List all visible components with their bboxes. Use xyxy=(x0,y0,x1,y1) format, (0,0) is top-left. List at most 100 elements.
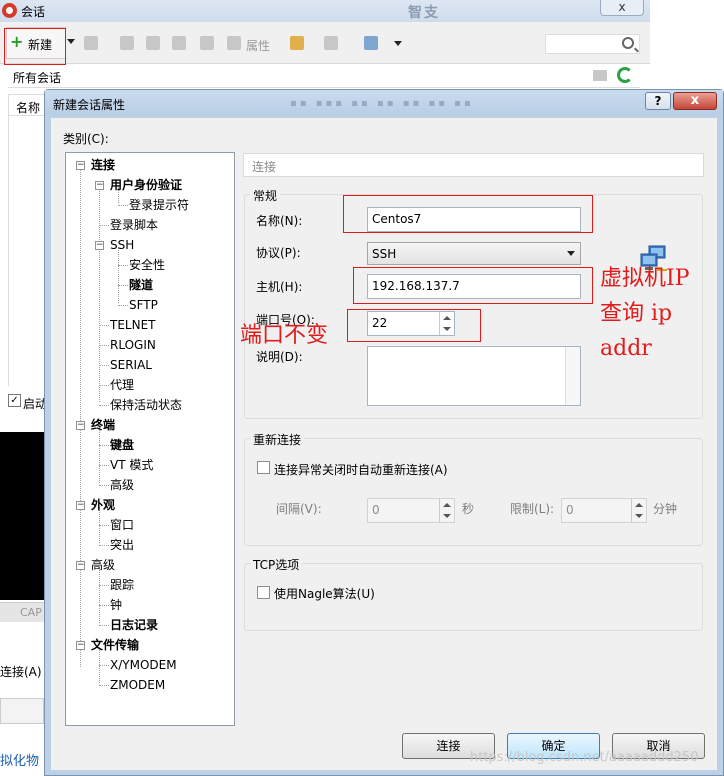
new-session-dialog: 新建会话属性 ▪▪ ▪▪▪ ▪▪ ▪▪ ▪▪ ▪▪ ▪▪ ? x 类别(C): … xyxy=(44,89,724,776)
bg-spinbox[interactable] xyxy=(0,698,44,724)
nagle-label[interactable]: 使用Nagle算法(U) xyxy=(274,585,375,602)
name-column-header[interactable]: 名称 xyxy=(8,94,48,116)
new-button-highlight xyxy=(4,28,66,65)
tree-branch xyxy=(99,585,109,586)
tree-branch xyxy=(118,205,128,206)
description-scrollbar[interactable] xyxy=(565,347,580,405)
spin-up-icon[interactable] xyxy=(635,503,643,507)
tree-item-terminal[interactable]: 终端 xyxy=(91,416,115,434)
tree-item-advanced[interactable]: 高级 xyxy=(91,556,115,574)
tree-item-file-transfer[interactable]: 文件传输 xyxy=(91,636,139,654)
reconnect-group-title: 重新连接 xyxy=(250,431,305,448)
collapse-file-transfer-icon[interactable]: − xyxy=(76,641,85,650)
tree-branch xyxy=(99,625,109,626)
tree-branch xyxy=(99,385,109,386)
tree-item-window[interactable]: 窗口 xyxy=(110,516,134,534)
sessions-toolbar: + 新建 属性 xyxy=(0,22,650,64)
tree-item-proxy[interactable]: 代理 xyxy=(110,376,134,394)
limit-spinner[interactable] xyxy=(631,499,646,522)
dialog-close-button[interactable]: x xyxy=(673,92,717,110)
view-icon[interactable] xyxy=(364,36,378,50)
paste-icon[interactable] xyxy=(172,36,186,50)
sessions-close-button[interactable]: x xyxy=(600,0,644,16)
bg-link-text[interactable]: 拟化物 xyxy=(0,750,39,769)
tree-item-login-prompt[interactable]: 登录提示符 xyxy=(129,196,189,214)
view-dropdown-chevron-icon[interactable] xyxy=(394,41,402,46)
spin-up-icon[interactable] xyxy=(443,503,451,507)
interval-field[interactable]: 0 xyxy=(367,498,455,523)
tree-item-appearance[interactable]: 外观 xyxy=(91,496,115,514)
collapse-appearance-icon[interactable]: − xyxy=(76,501,85,510)
cut-icon[interactable] xyxy=(120,36,134,50)
category-tree[interactable]: − 连接 − 用户身份验证 登录提示符 登录脚本 − SSH 安全性 隧道 SF… xyxy=(65,152,235,726)
session-list[interactable] xyxy=(8,116,46,386)
tree-branch xyxy=(99,485,109,486)
refresh-icon[interactable] xyxy=(617,67,633,83)
collapse-advanced-icon[interactable]: − xyxy=(76,561,85,570)
startup-checkbox[interactable]: ✓ xyxy=(8,394,21,407)
status-bar: CAP xyxy=(0,602,46,622)
delete-icon[interactable] xyxy=(200,36,214,50)
tree-item-terminal-advanced[interactable]: 高级 xyxy=(110,476,134,494)
export-icon[interactable] xyxy=(324,36,338,50)
watermark: https://blog.csdn.net/aaaaaddd250 xyxy=(470,750,699,765)
tree-item-telnet[interactable]: TELNET xyxy=(110,316,156,334)
properties-label[interactable]: 属性 xyxy=(246,37,270,54)
tree-item-keepalive[interactable]: 保持活动状态 xyxy=(110,396,182,414)
port-annotation: 端口不变 xyxy=(240,323,329,348)
auto-reconnect-checkbox[interactable] xyxy=(257,461,270,474)
tree-item-trace[interactable]: 跟踪 xyxy=(110,576,134,594)
collapse-auth-icon[interactable]: − xyxy=(95,181,104,190)
search-icon[interactable] xyxy=(622,37,634,49)
tree-item-zmodem[interactable]: ZMODEM xyxy=(110,676,165,694)
collapse-ssh-icon[interactable]: − xyxy=(95,241,104,250)
tree-item-serial[interactable]: SERIAL xyxy=(110,356,152,374)
tree-item-keyboard[interactable]: 键盘 xyxy=(110,436,134,454)
tree-item-xymodem[interactable]: X/YMODEM xyxy=(110,656,177,674)
terminal-area[interactable] xyxy=(0,432,46,600)
tree-item-vt-mode[interactable]: VT 模式 xyxy=(110,456,153,474)
nagle-checkbox[interactable] xyxy=(257,586,270,599)
copy-icon[interactable] xyxy=(146,36,160,50)
properties-icon[interactable] xyxy=(227,36,241,50)
tree-item-highlight[interactable]: 突出 xyxy=(110,536,134,554)
tree-item-bell[interactable]: 钟 xyxy=(110,596,122,614)
new-folder-icon[interactable] xyxy=(593,70,607,81)
tree-item-ssh[interactable]: SSH xyxy=(110,236,134,254)
help-button[interactable]: ? xyxy=(645,92,671,110)
spin-down-icon[interactable] xyxy=(635,514,643,518)
description-field[interactable] xyxy=(367,346,581,406)
bg-connect-label[interactable]: 连接(A) xyxy=(0,663,42,680)
vm-ip-annotation-line3: addr xyxy=(600,336,652,361)
category-label: 类别(C): xyxy=(63,132,109,146)
tree-item-sftp[interactable]: SFTP xyxy=(129,296,158,314)
limit-value: 0 xyxy=(566,503,574,517)
session-search-input[interactable] xyxy=(545,34,640,54)
port-field-highlight xyxy=(347,309,481,342)
tree-branch xyxy=(99,365,109,366)
interval-unit: 秒 xyxy=(462,502,475,516)
reconnect-group: 重新连接 xyxy=(244,431,703,546)
folder-icon[interactable] xyxy=(290,36,304,50)
limit-field[interactable]: 0 xyxy=(561,498,647,523)
interval-spinner[interactable] xyxy=(439,499,454,522)
tree-item-auth[interactable]: 用户身份验证 xyxy=(110,176,182,194)
tree-item-connect[interactable]: 连接 xyxy=(91,156,115,174)
tree-branch xyxy=(99,545,109,546)
tree-item-tunnel[interactable]: 隧道 xyxy=(129,276,153,294)
tree-item-login-script[interactable]: 登录脚本 xyxy=(110,216,158,234)
tree-item-logging[interactable]: 日志记录 xyxy=(110,616,158,634)
tree-item-rlogin[interactable]: RLOGIN xyxy=(110,336,156,354)
collapse-connect-icon[interactable]: − xyxy=(76,161,85,170)
tree-branch xyxy=(99,325,109,326)
collapse-terminal-icon[interactable]: − xyxy=(76,421,85,430)
tree-item-security[interactable]: 安全性 xyxy=(129,256,165,274)
tree-guide-line xyxy=(99,427,100,483)
protocol-select[interactable]: SSH xyxy=(367,242,581,265)
sessions-window-title: 会话 xyxy=(21,5,46,19)
spin-down-icon[interactable] xyxy=(443,514,451,518)
new-dropdown-chevron-icon[interactable] xyxy=(67,39,75,44)
all-sessions-label[interactable]: 所有会话 xyxy=(13,69,61,86)
open-icon[interactable] xyxy=(84,36,98,50)
auto-reconnect-label[interactable]: 连接异常关闭时自动重新连接(A) xyxy=(274,461,448,478)
